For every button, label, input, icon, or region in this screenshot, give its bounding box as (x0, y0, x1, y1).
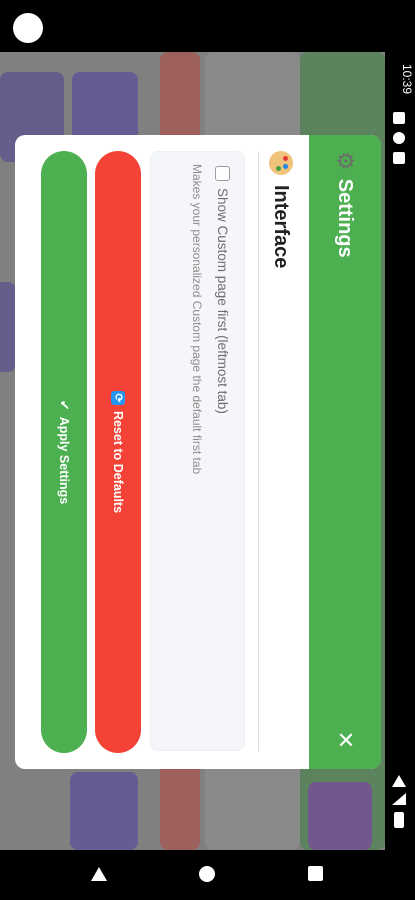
apply-button-label: Apply Settings (57, 416, 71, 505)
settings-dialog: ⚙ Settings ✕ Interface Show Custom page … (15, 135, 381, 769)
home-icon[interactable] (199, 866, 215, 882)
section-header: Interface (269, 151, 293, 268)
notification-icon (393, 152, 405, 164)
battery-icon (394, 812, 404, 828)
wifi-icon (392, 775, 406, 787)
option-card: Show Custom page first (leftmost tab) Ma… (150, 151, 245, 751)
option-description: Makes your personalized Custom page the … (190, 164, 204, 475)
signal-icon (392, 793, 406, 805)
reset-defaults-button[interactable]: ⟳ Reset to Defaults (95, 151, 141, 753)
reset-button-label: Reset to Defaults (111, 410, 125, 514)
refresh-icon: ⟳ (111, 390, 125, 405)
back-icon[interactable] (91, 867, 107, 881)
camera-cutout (13, 13, 43, 43)
section-divider (258, 151, 259, 751)
notification-icon (393, 132, 405, 144)
device-screen: 10:39 ⚙ Settings ✕ Interface Show Custom… (0, 0, 415, 900)
status-time: 10:39 (400, 64, 414, 95)
check-icon: ✔ (57, 399, 72, 411)
settings-dialog-container: ⚙ Settings ✕ Interface Show Custom page … (15, 135, 381, 769)
recents-icon[interactable] (308, 866, 323, 881)
dialog-body: Interface Show Custom page first (leftmo… (15, 135, 309, 769)
section-title: Interface (270, 185, 293, 269)
option-label[interactable]: Show Custom page first (leftmost tab) (215, 164, 230, 414)
dialog-header: ⚙ Settings ✕ (309, 135, 381, 769)
gear-icon: ⚙ (333, 151, 358, 171)
dialog-title: Settings (334, 178, 357, 258)
apply-settings-button[interactable]: ✔ Apply Settings (41, 151, 87, 753)
palette-icon (269, 151, 293, 175)
notification-icon (393, 112, 405, 124)
status-bar (385, 52, 415, 850)
close-icon[interactable]: ✕ (333, 731, 358, 749)
